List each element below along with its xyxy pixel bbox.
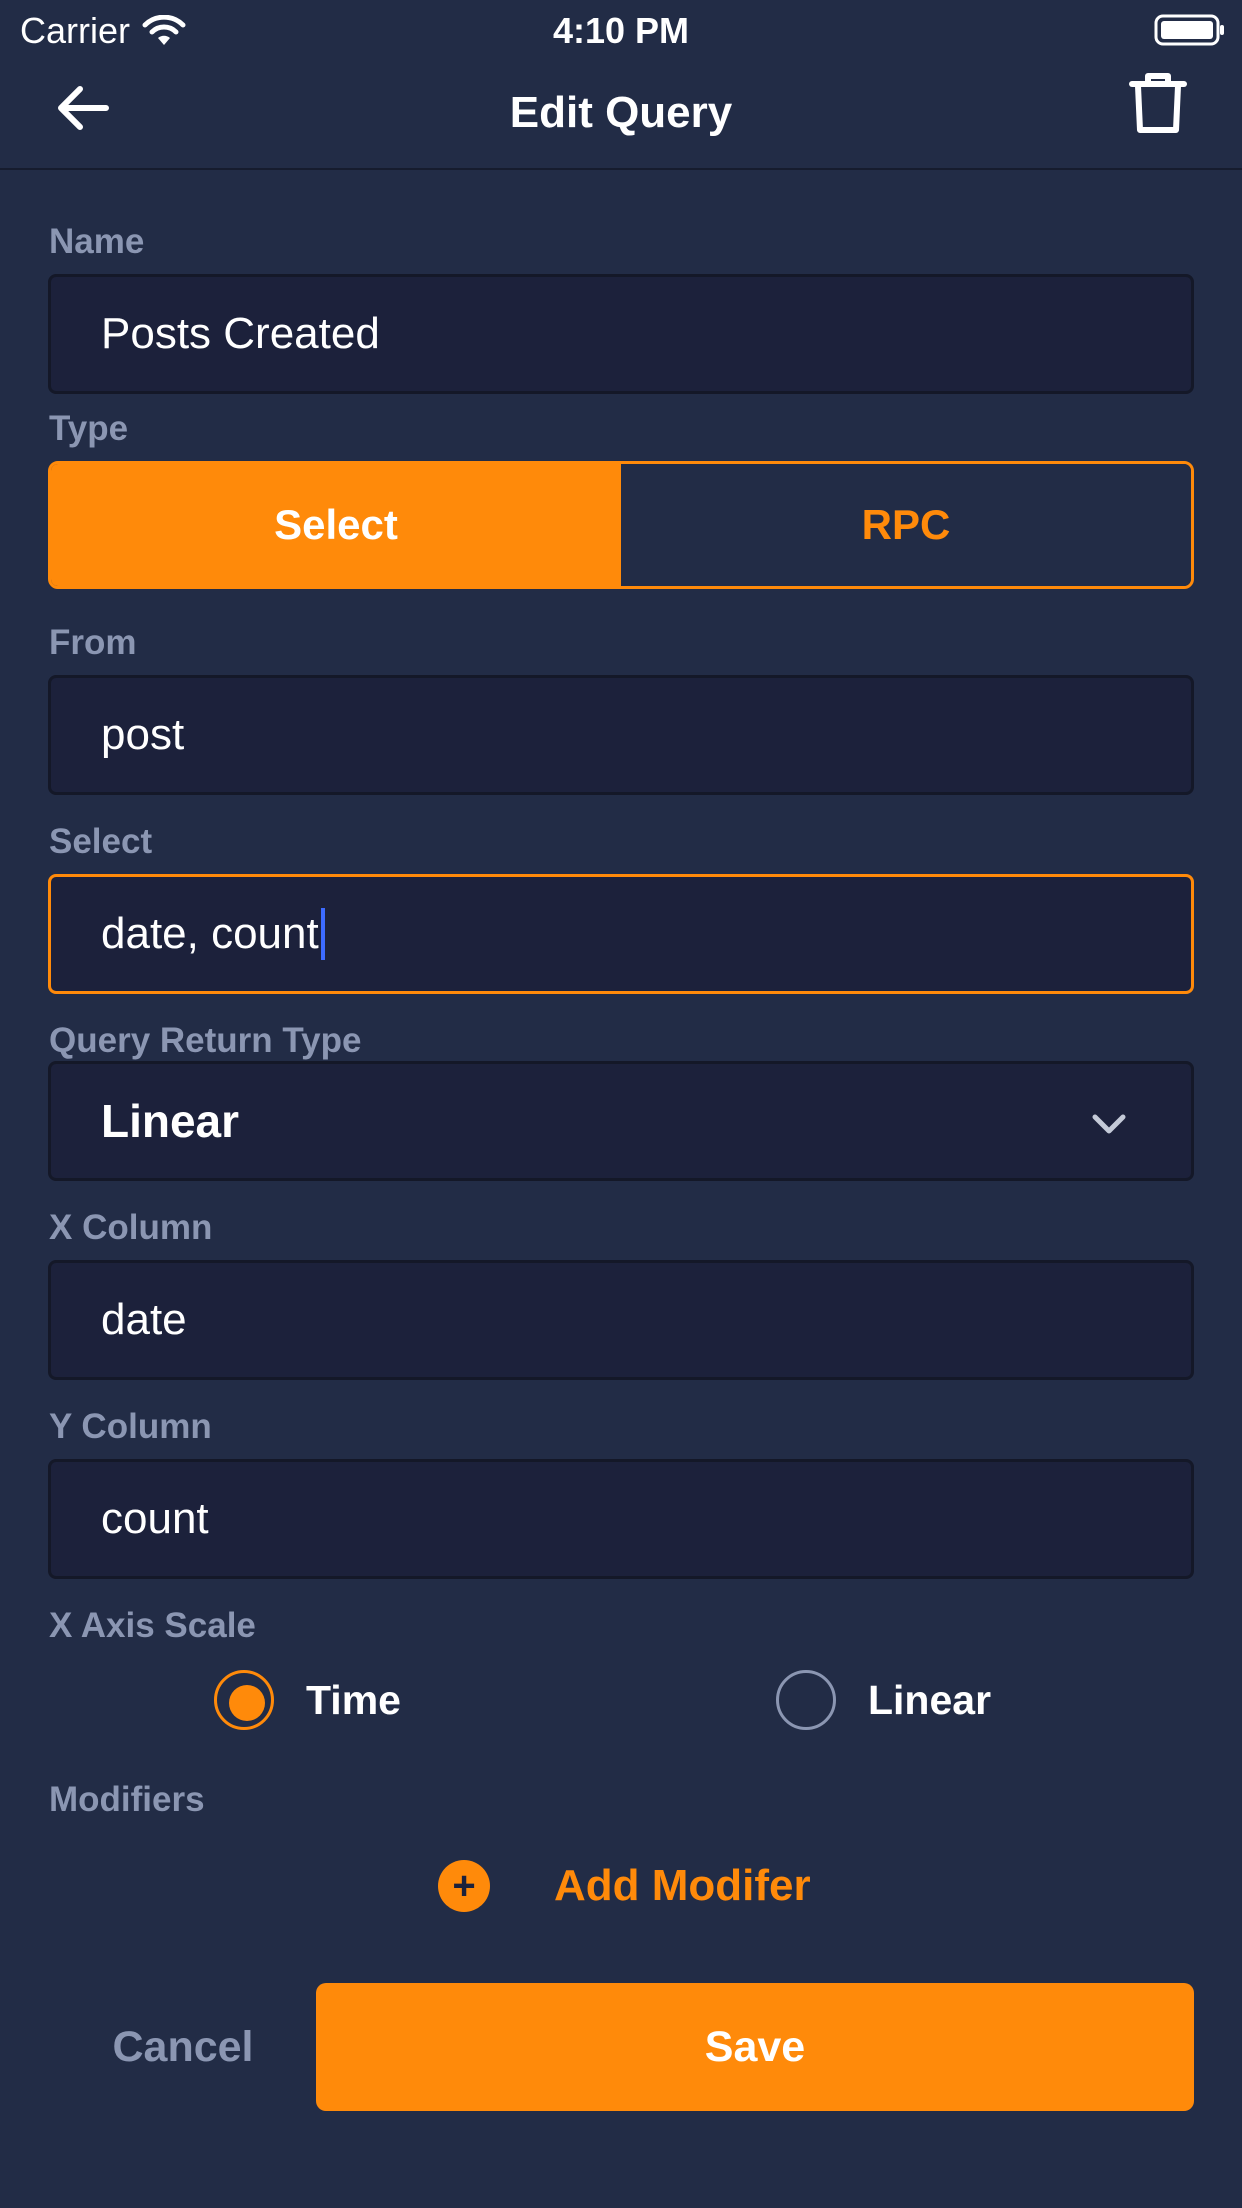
name-field[interactable]: Posts Created xyxy=(48,274,1194,394)
status-time: 4:10 PM xyxy=(552,10,690,51)
add-modifier-button[interactable]: + Add Modifer xyxy=(438,1860,811,1912)
text-caret xyxy=(320,908,325,960)
type-option-rpc[interactable]: RPC xyxy=(621,464,1191,586)
radio-label-time: Time xyxy=(306,1676,401,1723)
radio-selected-icon[interactable] xyxy=(214,1670,274,1730)
navigation-bar: Edit Query xyxy=(0,62,1242,170)
save-button[interactable]: Save xyxy=(316,1983,1194,2111)
trash-icon[interactable] xyxy=(1126,68,1190,140)
type-option-select[interactable]: Select xyxy=(51,464,621,586)
x-column-field[interactable]: date xyxy=(48,1260,1194,1380)
type-label: Type xyxy=(49,409,129,448)
select-value: date, count xyxy=(101,909,319,958)
select-label: Select xyxy=(49,822,153,861)
battery-icon xyxy=(1154,14,1224,46)
y-column-value: count xyxy=(101,1494,209,1543)
add-modifier-label: Add Modifer xyxy=(554,1861,811,1910)
from-label: From xyxy=(49,623,137,662)
modifiers-label: Modifiers xyxy=(49,1780,205,1819)
name-label: Name xyxy=(49,222,145,261)
y-column-field[interactable]: count xyxy=(48,1459,1194,1579)
chevron-down-icon xyxy=(1092,1114,1126,1134)
return-type-value: Linear xyxy=(101,1095,240,1147)
y-column-label: Y Column xyxy=(49,1407,212,1446)
plus-circle-icon: + xyxy=(438,1860,490,1912)
radio-option-time[interactable]: Time xyxy=(214,1670,401,1730)
return-type-label: Query Return Type xyxy=(49,1021,362,1060)
status-bar: Carrier 4:10 PM xyxy=(0,0,1242,62)
x-column-value: date xyxy=(101,1295,187,1344)
radio-label-linear: Linear xyxy=(868,1676,992,1723)
page-title: Edit Query xyxy=(509,88,733,137)
x-axis-scale-radio-group: Time Linear xyxy=(0,1668,1242,1732)
return-type-dropdown[interactable]: Linear xyxy=(48,1061,1194,1181)
type-segmented-control: Select RPC xyxy=(48,461,1194,589)
from-field[interactable]: post xyxy=(48,675,1194,795)
radio-unselected-icon[interactable] xyxy=(776,1670,836,1730)
radio-option-linear[interactable]: Linear xyxy=(776,1670,991,1730)
x-axis-scale-label: X Axis Scale xyxy=(49,1606,256,1645)
select-field[interactable]: date, count xyxy=(48,874,1194,994)
x-column-label: X Column xyxy=(49,1208,213,1247)
from-value: post xyxy=(101,710,185,759)
name-value: Posts Created xyxy=(101,309,380,358)
cancel-button[interactable]: Cancel xyxy=(70,1983,296,2111)
